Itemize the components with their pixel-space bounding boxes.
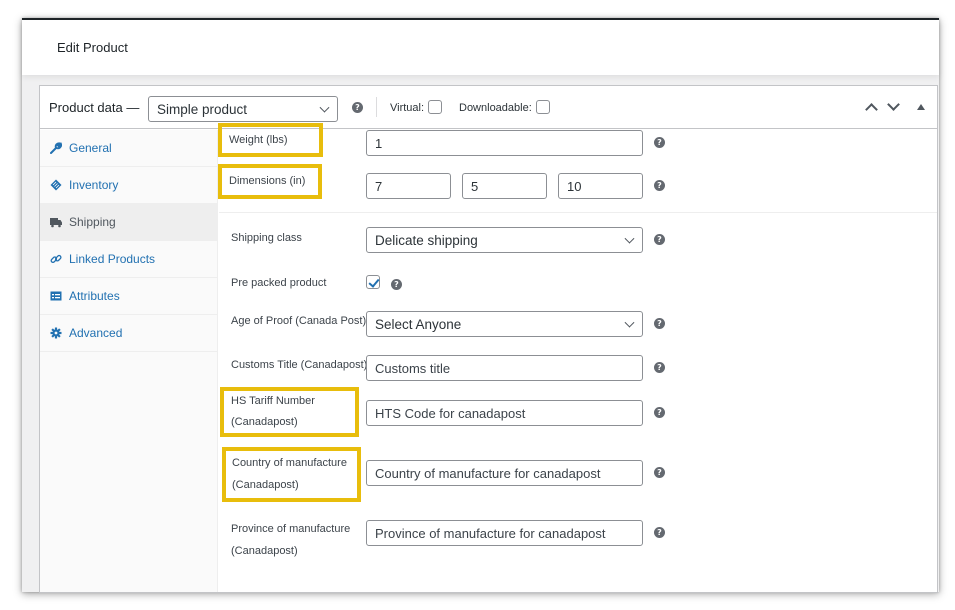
tab-label: Attributes: [69, 289, 120, 303]
product-data-panel: Product data — Simple product ? Virtual:…: [39, 85, 938, 593]
collapse-toggle-icon[interactable]: [917, 104, 925, 110]
width-value: 5: [471, 178, 479, 194]
province-placeholder: Province of manufacture for canadapost: [375, 525, 606, 541]
virtual-label: Virtual:: [390, 102, 425, 114]
tab-attributes[interactable]: Attributes: [40, 278, 217, 315]
virtual-checkbox[interactable]: [428, 100, 442, 114]
shipping-class-value: Delicate shipping: [375, 232, 478, 248]
shipping-panel: Weight (lbs) 1 ? Dimensions (in) 7 5 10 …: [218, 123, 937, 592]
customs-title-label: Customs Title (Canadapost): [231, 359, 368, 371]
weight-label: Weight (lbs): [229, 134, 288, 146]
product-type-select[interactable]: Simple product: [148, 96, 338, 122]
age-of-proof-label: Age of Proof (Canada Post): [231, 315, 367, 327]
move-up-icon[interactable]: [864, 100, 878, 114]
list-icon: [50, 290, 62, 302]
tab-label: General: [69, 141, 112, 155]
hs-tariff-label-highlight: HS Tariff Number (Canadapost): [220, 387, 359, 437]
country-label-line1: Country of manufacture: [232, 457, 347, 469]
width-input[interactable]: 5: [462, 173, 547, 199]
dimensions-label: Dimensions (in): [229, 175, 306, 187]
country-placeholder: Country of manufacture for canadapost: [375, 465, 601, 481]
page-header: Edit Product: [22, 20, 939, 75]
help-icon[interactable]: ?: [654, 318, 665, 329]
hs-tariff-input[interactable]: HTS Code for canadapost: [366, 400, 643, 426]
length-value: 7: [375, 178, 383, 194]
product-type-value: Simple product: [157, 101, 248, 117]
customs-title-input[interactable]: Customs title: [366, 355, 643, 381]
pre-packed-label: Pre packed product: [231, 277, 327, 289]
country-label-highlight: Country of manufacture (Canadapost): [222, 447, 361, 502]
country-label-line2: (Canadapost): [232, 479, 299, 491]
weight-value: 1: [375, 135, 383, 151]
help-icon[interactable]: ?: [654, 180, 665, 191]
tab-label: Advanced: [69, 326, 123, 340]
province-label: Province of manufacture (Canadapost): [231, 518, 350, 562]
pre-packed-checkbox[interactable]: [366, 275, 380, 289]
length-input[interactable]: 7: [366, 173, 451, 199]
age-of-proof-select[interactable]: Select Anyone: [366, 311, 643, 337]
age-of-proof-value: Select Anyone: [375, 316, 462, 332]
customs-title-placeholder: Customs title: [375, 360, 451, 376]
tab-label: Linked Products: [69, 252, 156, 266]
tag-icon: [50, 179, 62, 191]
truck-icon: [50, 216, 62, 228]
province-input[interactable]: Province of manufacture for canadapost: [366, 520, 643, 546]
tab-label: Shipping: [69, 215, 116, 229]
edit-product-window: Edit Product Product data — Simple produ…: [22, 18, 939, 593]
chevron-down-icon: [624, 317, 635, 328]
tab-general[interactable]: General: [40, 130, 217, 167]
help-icon[interactable]: ?: [654, 234, 665, 245]
tab-inventory[interactable]: Inventory: [40, 167, 217, 204]
link-icon: [50, 253, 62, 265]
shipping-class-label: Shipping class: [231, 232, 302, 244]
tab-label: Inventory: [69, 178, 119, 192]
help-icon[interactable]: ?: [654, 467, 665, 478]
hs-tariff-label-line1: HS Tariff Number: [231, 395, 315, 407]
help-icon[interactable]: ?: [352, 102, 363, 113]
move-down-icon[interactable]: [886, 100, 900, 114]
tab-linked-products[interactable]: Linked Products: [40, 241, 217, 278]
height-value: 10: [567, 178, 582, 194]
weight-input[interactable]: 1: [366, 130, 643, 156]
help-icon[interactable]: ?: [654, 362, 665, 373]
tab-advanced[interactable]: Advanced: [40, 315, 217, 352]
hs-tariff-placeholder: HTS Code for canadapost: [375, 405, 526, 421]
tab-shipping[interactable]: Shipping: [40, 204, 217, 241]
downloadable-checkbox[interactable]: [536, 100, 550, 114]
divider: [219, 212, 937, 213]
help-icon[interactable]: ?: [391, 279, 402, 290]
product-data-header: Product data — Simple product ? Virtual:…: [40, 86, 937, 129]
chevron-down-icon: [624, 233, 635, 244]
help-icon[interactable]: ?: [654, 137, 665, 148]
product-data-tabs: General Inventory Shipping Linked Produc…: [40, 130, 218, 592]
help-icon[interactable]: ?: [654, 527, 665, 538]
province-label-line2: (Canadapost): [231, 545, 298, 557]
gear-icon: [50, 327, 62, 339]
hs-tariff-label-line2: (Canadapost): [231, 416, 298, 428]
divider: [376, 97, 377, 117]
downloadable-label: Downloadable:: [459, 102, 532, 114]
page-title: Edit Product: [57, 40, 128, 55]
dimensions-label-highlight: Dimensions (in): [218, 164, 322, 199]
wrench-icon: [50, 142, 62, 154]
height-input[interactable]: 10: [558, 173, 643, 199]
shipping-class-select[interactable]: Delicate shipping: [366, 227, 643, 253]
help-icon[interactable]: ?: [654, 407, 665, 418]
country-input[interactable]: Country of manufacture for canadapost: [366, 460, 643, 486]
weight-label-highlight: Weight (lbs): [218, 123, 323, 157]
province-label-line1: Province of manufacture: [231, 523, 351, 535]
chevron-down-icon: [319, 102, 330, 113]
product-data-label: Product data —: [49, 100, 140, 115]
